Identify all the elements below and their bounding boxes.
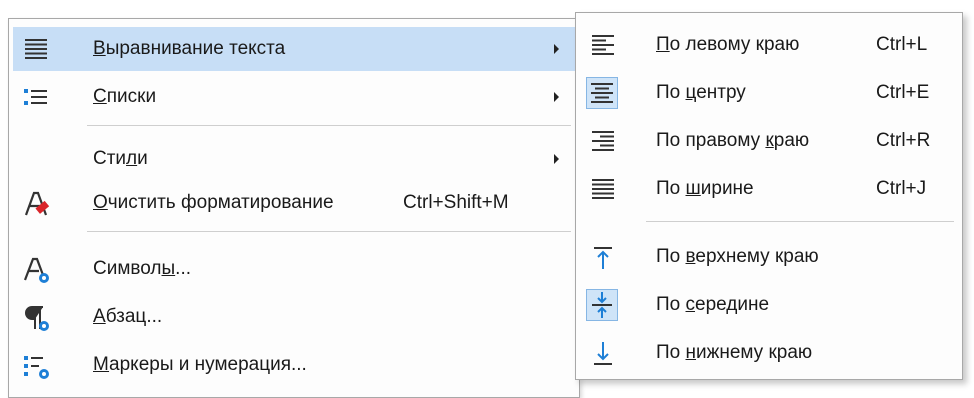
align-left-icon [588,31,618,61]
menu-item-characters[interactable]: Символы... [13,247,575,291]
submenu-item-align-right[interactable]: По правому краю Ctrl+R [580,119,958,163]
align-right-icon [588,127,618,157]
menu-separator [646,221,954,222]
menu-item-text-alignment[interactable]: Выравнивание текста [13,27,575,71]
submenu-item-shortcut: Ctrl+R [876,130,931,151]
submenu-item-label: По нижнему краю [656,342,813,363]
submenu-item-justify[interactable]: По ширине Ctrl+J [580,167,958,211]
submenu-arrow-icon [554,44,559,54]
submenu-item-align-top[interactable]: По верхнему краю [580,235,958,279]
submenu-item-label: По центру [656,82,746,103]
menu-separator [87,231,571,232]
menu-separator [87,125,571,126]
menu-item-shortcut: Ctrl+Shift+M [403,192,509,213]
menu-item-paragraph[interactable]: Абзац... [13,295,575,339]
character-icon [21,255,51,285]
menu-item-bullets-numbering[interactable]: Маркеры и нумерация... [13,343,575,387]
menu-item-label: Стили [93,148,148,169]
format-menu: Выравнивание текста Списки Стили Очистит… [8,18,580,398]
submenu-arrow-icon [554,154,559,164]
align-top-icon [588,243,618,273]
submenu-item-label: По левому краю [656,34,800,55]
submenu-item-label: По ширине [656,178,754,199]
submenu-item-align-left[interactable]: По левому краю Ctrl+L [580,23,958,67]
submenu-item-label: По верхнему краю [656,246,819,267]
menu-item-label: Очистить форматирование [93,192,334,213]
submenu-item-label: По правому краю [656,130,810,151]
submenu-item-shortcut: Ctrl+J [876,178,927,199]
align-center-icon [586,77,618,109]
bullet-list-icon [21,83,51,113]
text-alignment-submenu: По левому краю Ctrl+L По центру Ctrl+E П… [575,12,963,380]
submenu-arrow-icon [554,92,559,102]
submenu-item-align-middle[interactable]: По середине [580,283,958,327]
menu-item-label: Маркеры и нумерация... [93,354,307,375]
menu-item-lists[interactable]: Списки [13,75,575,119]
menu-item-label: Выравнивание текста [93,38,286,59]
bullets-numbering-icon [21,351,51,381]
align-middle-icon [586,289,618,321]
menu-item-clear-formatting[interactable]: Очистить форматирование Ctrl+Shift+M [13,181,575,225]
align-justify-icon [588,175,618,205]
clear-formatting-icon [21,189,51,219]
submenu-item-shortcut: Ctrl+E [876,82,930,103]
align-bottom-icon [588,339,618,369]
submenu-item-align-center[interactable]: По центру Ctrl+E [580,71,958,115]
paragraph-icon [21,303,51,333]
submenu-item-shortcut: Ctrl+L [876,34,928,55]
menu-item-label: Списки [93,86,157,107]
align-justify-icon [21,35,51,65]
menu-item-label: Символы... [93,258,192,279]
submenu-item-align-bottom[interactable]: По нижнему краю [580,331,958,375]
submenu-item-label: По середине [656,294,770,315]
menu-item-styles[interactable]: Стили [13,137,575,181]
menu-item-label: Абзац... [93,306,163,327]
